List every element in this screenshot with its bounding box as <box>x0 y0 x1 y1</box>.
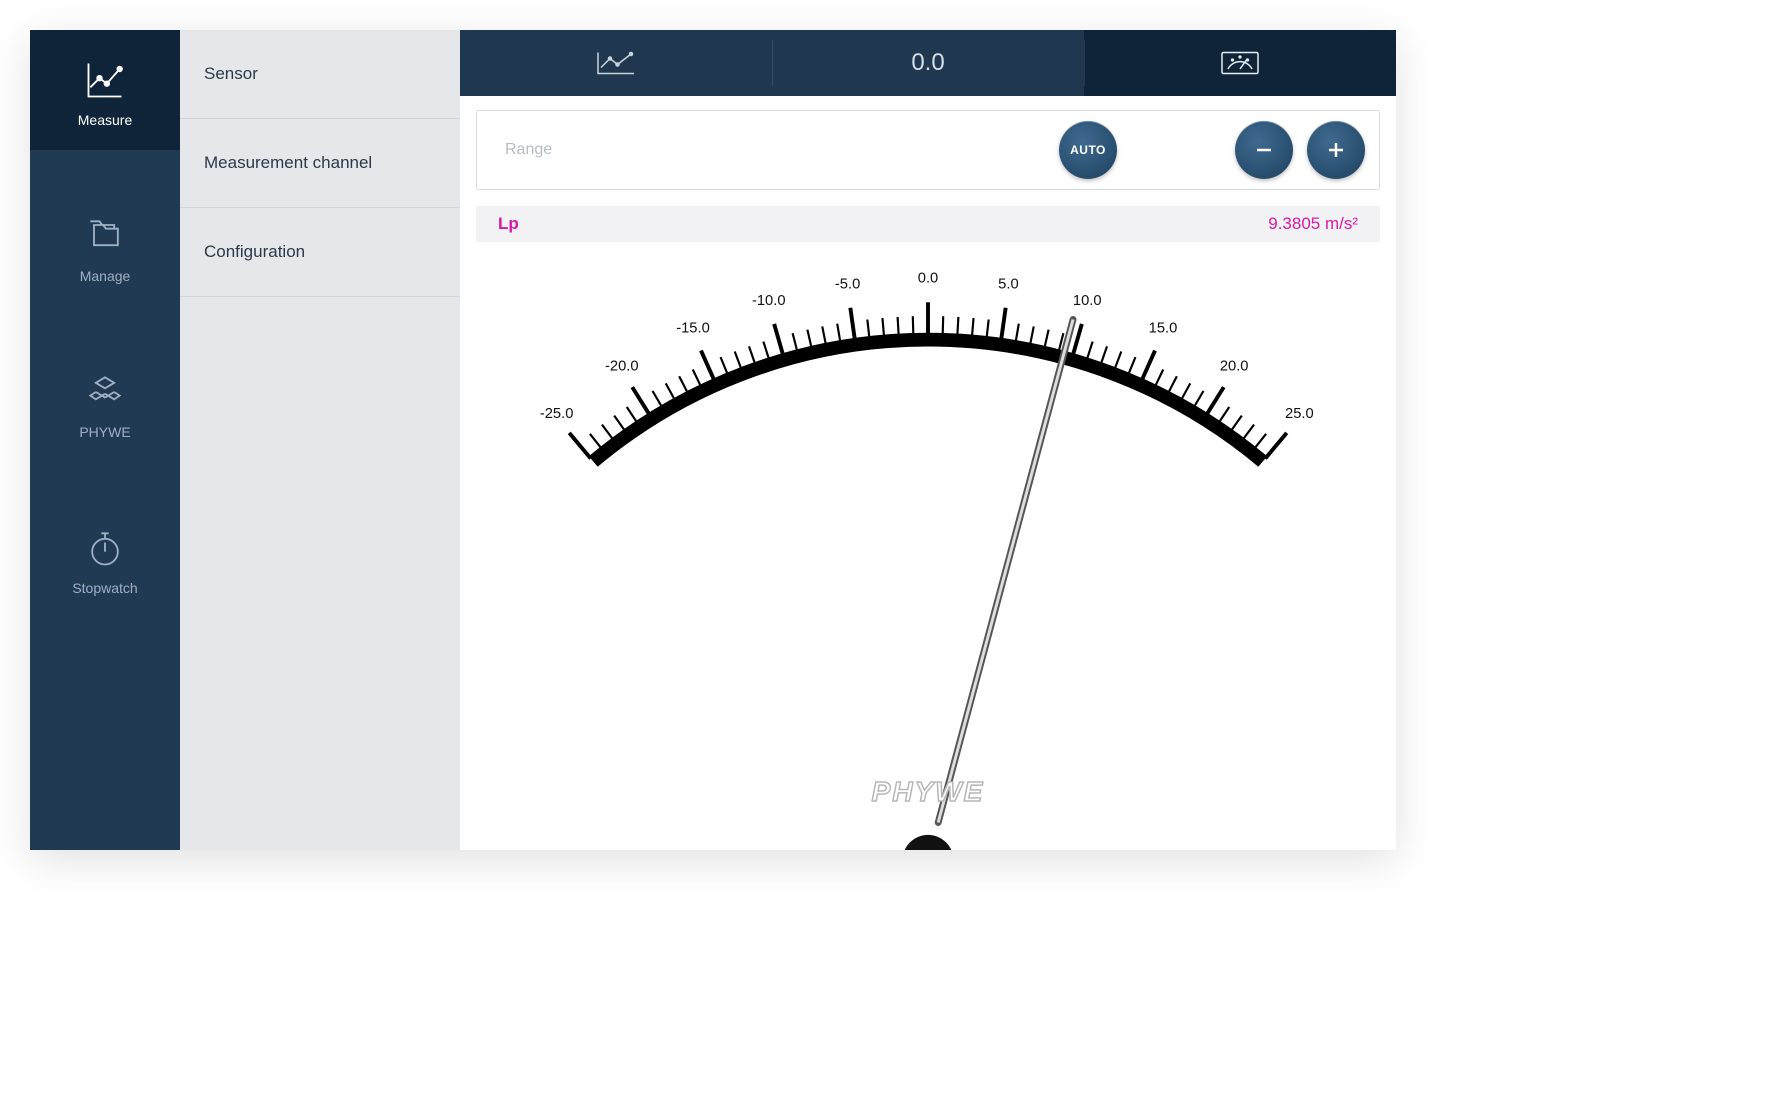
sidebar-item-configuration[interactable]: Configuration <box>180 208 460 297</box>
plus-icon <box>1324 138 1348 162</box>
tab-numeric-label: 0.0 <box>911 49 944 77</box>
sidebar-label: Configuration <box>204 242 305 261</box>
tab-gauge[interactable] <box>1084 30 1396 96</box>
cubes-icon <box>83 370 127 414</box>
nav-item-manage[interactable]: Manage <box>30 186 180 306</box>
sidebar-label: Sensor <box>204 64 258 83</box>
line-chart-icon <box>83 58 127 102</box>
range-label: Range <box>491 141 1045 159</box>
folders-icon <box>83 214 127 258</box>
main-body: Range AUTO Lp 9.3805 m/s² -25.0 -20.0 -15.… <box>460 96 1396 850</box>
tab-numeric[interactable]: 0.0 <box>772 30 1084 96</box>
gauge-display: -25.0 -20.0 -15.0 -10.0 -5.0 0.0 5.0 10.0 15.0 20… <box>476 242 1380 850</box>
nav-rail: Measure Manage PHYWE Stopwatch <box>30 30 180 850</box>
nav-label-manage: Manage <box>80 268 131 284</box>
nav-label-stopwatch: Stopwatch <box>72 580 137 596</box>
minus-icon <box>1252 138 1276 162</box>
auto-label: AUTO <box>1070 143 1106 157</box>
svg-text:-5.0: -5.0 <box>835 276 860 292</box>
channel-value: 9.3805 m/s² <box>1268 214 1358 234</box>
view-tabs: 0.0 <box>460 30 1396 96</box>
svg-text:25.0: 25.0 <box>1285 406 1314 422</box>
sidebar: Sensor Measurement channel Configuration <box>180 30 460 850</box>
auto-range-button[interactable]: AUTO <box>1059 121 1117 179</box>
sidebar-item-sensor[interactable]: Sensor <box>180 30 460 119</box>
sidebar-item-measurement-channel[interactable]: Measurement channel <box>180 119 460 208</box>
brand-watermark: PHYWE <box>476 776 1380 808</box>
nav-item-measure[interactable]: Measure <box>30 30 180 150</box>
nav-label-phywe: PHYWE <box>79 424 130 440</box>
nav-item-stopwatch[interactable]: Stopwatch <box>30 498 180 618</box>
svg-text:-10.0: -10.0 <box>752 293 786 309</box>
nav-label-measure: Measure <box>78 112 132 128</box>
chart-icon <box>593 48 639 78</box>
svg-text:5.0: 5.0 <box>998 276 1018 292</box>
svg-text:-20.0: -20.0 <box>605 358 639 374</box>
tab-chart[interactable] <box>460 30 772 96</box>
gauge-icon <box>1217 48 1263 78</box>
reading-bar: Lp 9.3805 m/s² <box>476 206 1380 242</box>
main-panel: 0.0 Range AUTO <box>460 30 1396 850</box>
svg-text:0.0: 0.0 <box>918 271 938 287</box>
svg-text:-25.0: -25.0 <box>540 406 574 422</box>
svg-text:15.0: 15.0 <box>1149 321 1178 337</box>
sidebar-label: Measurement channel <box>204 153 372 172</box>
zoom-in-button[interactable] <box>1307 121 1365 179</box>
svg-text:20.0: 20.0 <box>1220 358 1249 374</box>
gauge-svg: -25.0 -20.0 -15.0 -10.0 -5.0 0.0 5.0 10.0 15.0 20… <box>476 242 1380 850</box>
zoom-out-button[interactable] <box>1235 121 1293 179</box>
svg-text:10.0: 10.0 <box>1073 293 1102 309</box>
channel-name: Lp <box>498 214 519 234</box>
app-window: Measure Manage PHYWE Stopwatch <box>30 30 1396 850</box>
nav-item-phywe[interactable]: PHYWE <box>30 342 180 462</box>
stopwatch-icon <box>83 526 127 570</box>
svg-text:-15.0: -15.0 <box>676 321 710 337</box>
range-bar: Range AUTO <box>476 110 1380 190</box>
